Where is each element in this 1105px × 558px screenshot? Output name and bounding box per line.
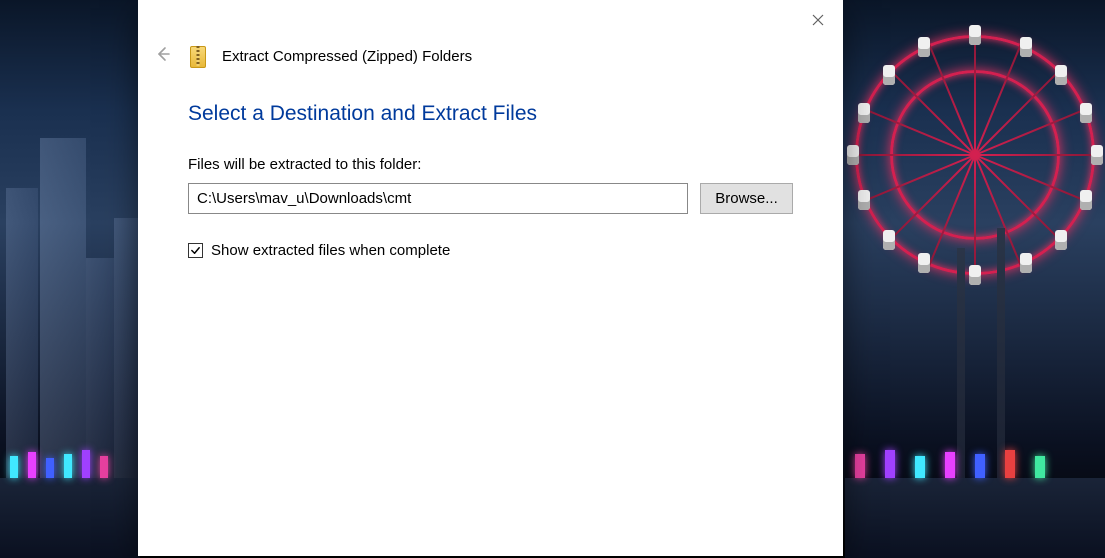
wizard-header: Extract Compressed (Zipped) Folders (138, 38, 843, 74)
desktop-wallpaper-left (0, 0, 140, 558)
back-button[interactable] (150, 44, 174, 68)
wizard-title: Extract Compressed (Zipped) Folders (222, 48, 472, 65)
page-heading: Select a Destination and Extract Files (188, 102, 793, 126)
destination-path-input[interactable] (188, 183, 688, 214)
destination-row: Browse... (188, 183, 793, 214)
close-icon (812, 13, 824, 31)
destination-label: Files will be extracted to this folder: (188, 156, 793, 173)
wizard-content: Select a Destination and Extract Files F… (138, 74, 843, 556)
desktop-wallpaper-right (845, 0, 1105, 558)
checkbox-label: Show extracted files when complete (211, 242, 450, 259)
checkbox-box (188, 243, 203, 258)
extract-wizard-dialog: Extract Compressed (Zipped) Folders Sele… (138, 0, 843, 556)
browse-button[interactable]: Browse... (700, 183, 793, 214)
zip-folder-icon (188, 44, 208, 68)
back-arrow-icon (153, 45, 171, 68)
close-button[interactable] (801, 8, 835, 36)
show-files-checkbox[interactable]: Show extracted files when complete (188, 242, 793, 259)
check-icon (190, 245, 201, 256)
